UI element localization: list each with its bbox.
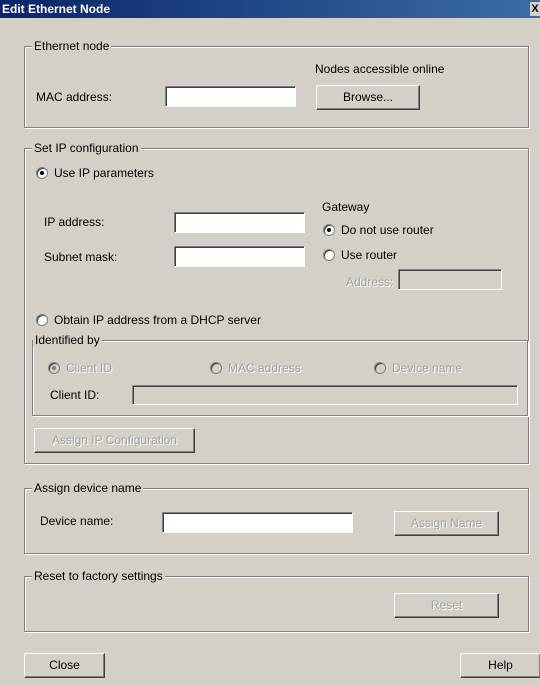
- title-bar: Edit Ethernet Node X: [0, 0, 540, 18]
- device-name-radio[interactable]: [374, 362, 386, 374]
- dhcp-radio[interactable]: [36, 314, 48, 326]
- assign-name-button[interactable]: Assign Name: [394, 511, 499, 536]
- device-name-legend: Assign device name: [32, 481, 144, 495]
- browse-button[interactable]: Browse...: [316, 85, 420, 110]
- help-button[interactable]: Help: [460, 653, 540, 678]
- client-id-radio[interactable]: [48, 362, 60, 374]
- mac-address-input[interactable]: [165, 86, 296, 107]
- no-router-label[interactable]: Do not use router: [341, 223, 434, 237]
- use-ip-params-label[interactable]: Use IP parameters: [54, 166, 154, 180]
- close-icon[interactable]: X: [530, 2, 540, 16]
- router-address-label: Address:: [346, 275, 394, 289]
- use-router-label[interactable]: Use router: [341, 248, 397, 262]
- use-ip-params-radio[interactable]: [36, 167, 48, 179]
- ethernet-node-legend: Ethernet node: [32, 39, 112, 53]
- close-button[interactable]: Close: [24, 653, 105, 678]
- mac-address-option-label[interactable]: MAC address: [228, 361, 301, 375]
- device-name-option-label[interactable]: Device name: [392, 361, 462, 375]
- dhcp-label[interactable]: Obtain IP address from a DHCP server: [54, 313, 261, 327]
- subnet-mask-input[interactable]: [174, 246, 305, 267]
- factory-reset-legend: Reset to factory settings: [32, 569, 165, 583]
- ip-address-label: IP address:: [44, 215, 105, 229]
- window-title: Edit Ethernet Node: [2, 2, 111, 16]
- client-id-option-label[interactable]: Client ID: [66, 361, 112, 375]
- reset-button[interactable]: Reset: [394, 593, 499, 618]
- router-address-input[interactable]: [398, 269, 502, 290]
- client-id-label: Client ID:: [50, 388, 100, 402]
- device-name-input[interactable]: [162, 512, 353, 533]
- mac-address-label: MAC address:: [36, 90, 113, 104]
- ip-config-legend: Set IP configuration: [32, 141, 141, 155]
- device-name-label: Device name:: [40, 514, 114, 528]
- subnet-mask-label: Subnet mask:: [44, 250, 118, 264]
- mac-address-radio[interactable]: [210, 362, 222, 374]
- no-router-radio[interactable]: [323, 224, 335, 236]
- ip-config-group: Set IP configuration: [24, 141, 529, 464]
- assign-ip-config-button[interactable]: Assign IP Configuration: [34, 428, 195, 453]
- client-id-input[interactable]: [132, 385, 518, 405]
- nodes-online-label: Nodes accessible online: [315, 62, 445, 76]
- use-router-radio[interactable]: [323, 249, 335, 261]
- ip-address-input[interactable]: [174, 212, 305, 233]
- identified-by-legend: Identified by: [33, 333, 102, 347]
- gateway-label: Gateway: [322, 200, 370, 214]
